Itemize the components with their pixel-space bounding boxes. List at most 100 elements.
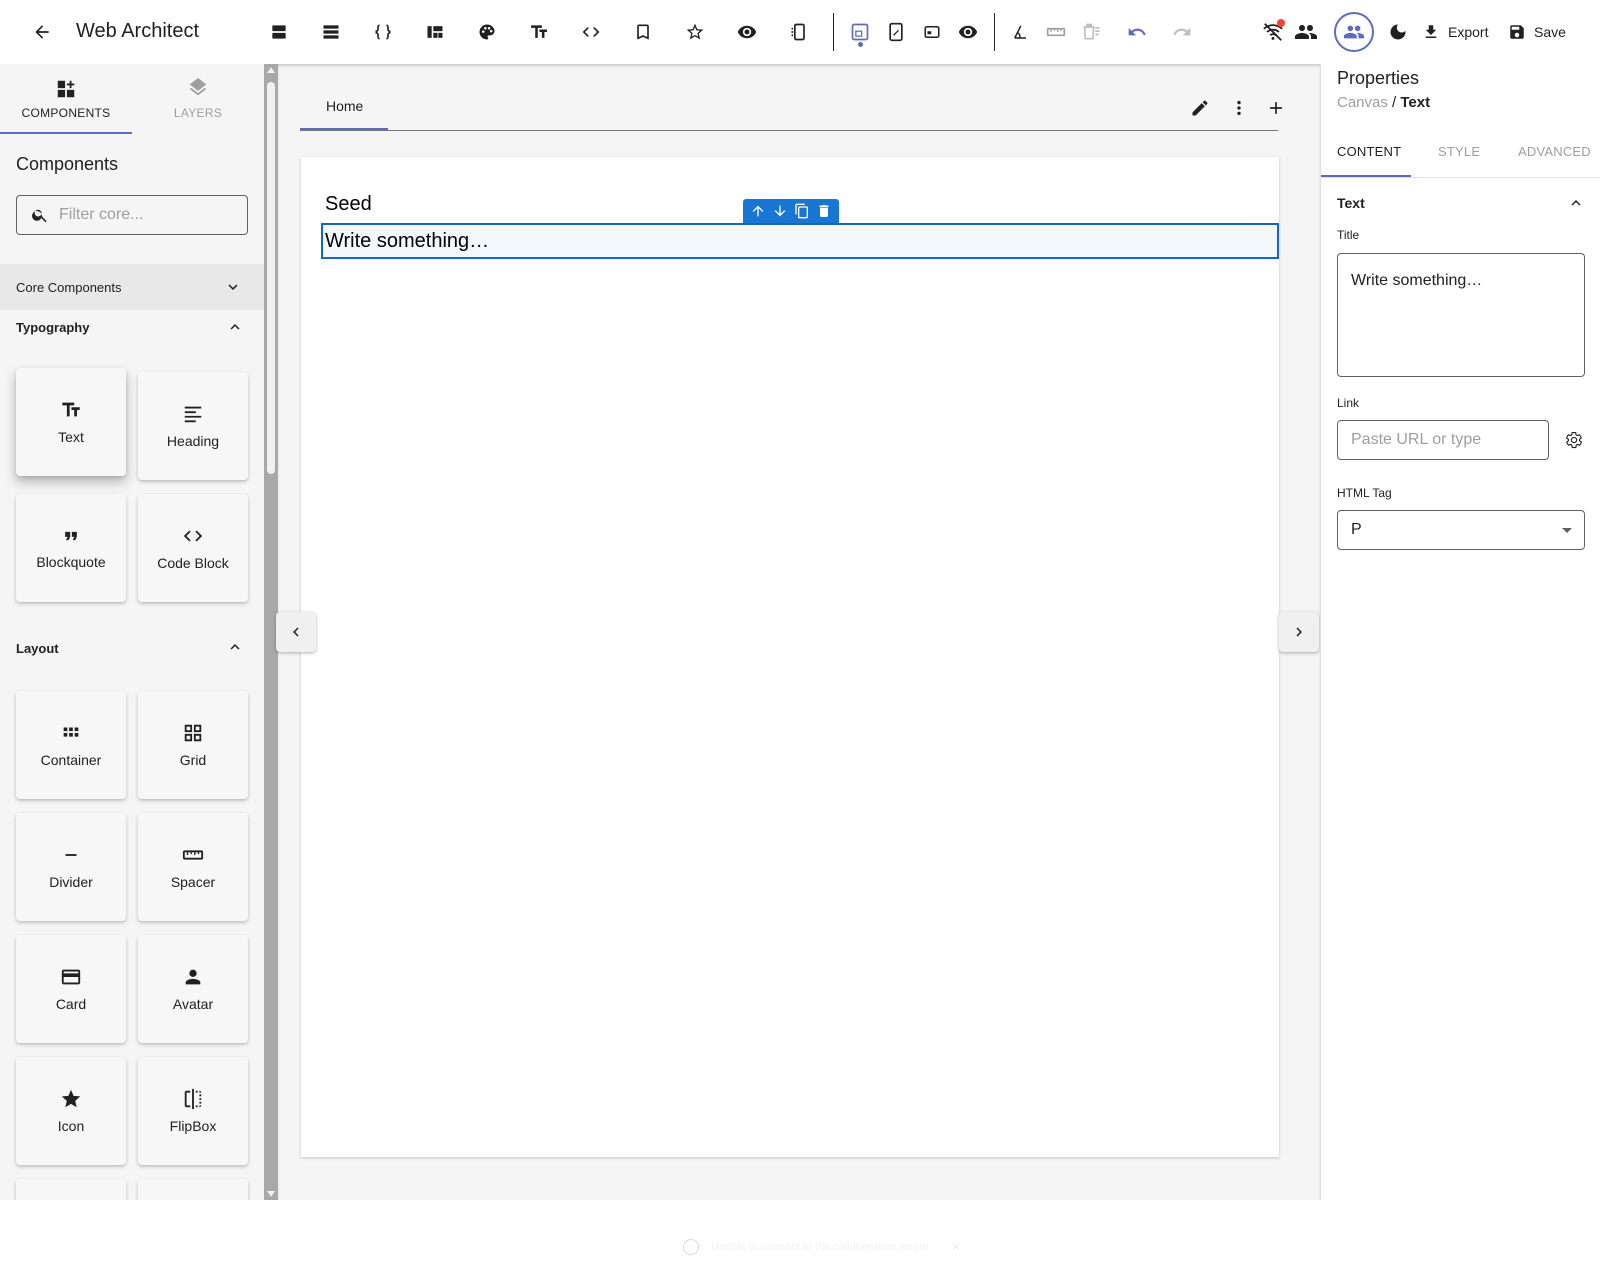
star-outline-icon[interactable] <box>681 18 709 46</box>
view-quilt-icon[interactable] <box>421 18 449 46</box>
text-fields-icon[interactable] <box>525 18 553 46</box>
accordion-text-title[interactable]: Text <box>1337 195 1365 211</box>
filter-field[interactable] <box>16 195 248 235</box>
preview-eye-icon[interactable] <box>954 18 982 46</box>
component-avatar[interactable]: Avatar <box>138 935 248 1043</box>
people-icon[interactable] <box>1292 18 1320 46</box>
code-icon <box>183 530 203 542</box>
breadcrumb-parent[interactable]: Canvas <box>1337 94 1388 111</box>
devices-icon[interactable] <box>785 18 813 46</box>
component-label: FlipBox <box>169 1118 217 1134</box>
link-input[interactable] <box>1351 431 1541 449</box>
component-flipbox[interactable]: FlipBox <box>138 1057 248 1165</box>
angle-icon[interactable] <box>1006 18 1034 46</box>
code-icon[interactable] <box>577 18 605 46</box>
scroll-down-arrow[interactable] <box>267 1191 275 1197</box>
component-container[interactable]: Container <box>16 691 126 799</box>
text-fields-icon <box>62 402 80 417</box>
toolbar-divider <box>833 13 834 51</box>
component-tile-partial[interactable] <box>16 1179 126 1200</box>
redo-icon[interactable] <box>1168 18 1196 46</box>
view-list-icon[interactable] <box>317 18 345 46</box>
component-heading[interactable]: Heading <box>138 372 248 480</box>
move-up-icon[interactable] <box>748 201 768 221</box>
collapse-right-button[interactable] <box>1279 612 1319 652</box>
panel-heading: Components <box>16 154 119 174</box>
tab-layers-label: LAYERS <box>173 106 223 120</box>
chevron-up-icon[interactable] <box>226 638 244 656</box>
scroll-thumb[interactable] <box>267 82 275 474</box>
tablet-view-icon[interactable] <box>882 18 910 46</box>
save-button[interactable]: Save <box>1508 18 1566 46</box>
toast-message: Unable to connect to the collaboration s… <box>711 1241 930 1253</box>
html-tag-select[interactable]: P <box>1337 510 1585 550</box>
error-toast: Unable to connect to the collaboration s… <box>667 1227 977 1267</box>
person-icon <box>185 969 201 985</box>
breadcrumb: Canvas / Text <box>1337 94 1430 111</box>
scroll-up-arrow[interactable] <box>267 67 275 73</box>
collapse-left-button[interactable] <box>276 612 316 652</box>
star-icon <box>61 1089 81 1108</box>
tabs-divider <box>1321 177 1600 178</box>
delete-icon[interactable] <box>814 201 834 221</box>
seed-text[interactable]: Seed <box>325 193 372 216</box>
title-field-label: Title <box>1337 228 1360 242</box>
app-title: Web Architect <box>76 20 200 42</box>
edit-pencil-icon[interactable] <box>1188 96 1212 120</box>
back-arrow-icon[interactable] <box>28 18 56 46</box>
component-label: Container <box>40 752 102 768</box>
core-components-label: Core Components <box>16 279 122 295</box>
eye-icon[interactable] <box>733 18 761 46</box>
properties-panel: Properties Canvas / Text CONTENT STYLE A… <box>1320 64 1600 1200</box>
move-down-icon[interactable] <box>770 201 790 221</box>
component-icon[interactable]: Icon <box>16 1057 126 1165</box>
tab-components[interactable]: COMPONENTS <box>0 78 132 134</box>
component-text[interactable]: Text <box>16 368 126 476</box>
ruler-icon[interactable] <box>1042 18 1070 46</box>
bookmark-icon[interactable] <box>629 18 657 46</box>
dark-mode-icon[interactable] <box>1384 18 1412 46</box>
collaboration-button[interactable] <box>1334 12 1374 52</box>
selected-text-element[interactable]: Write something… <box>321 223 1279 259</box>
breadcrumb-separator: / <box>1392 94 1397 111</box>
core-components-header[interactable]: Core Components <box>0 264 264 310</box>
tab-style[interactable]: STYLE <box>1438 144 1480 164</box>
html-tag-label: HTML Tag <box>1337 486 1392 500</box>
component-label: Divider <box>49 874 93 890</box>
data-object-icon[interactable] <box>369 18 397 46</box>
chevron-up-icon[interactable] <box>1567 194 1585 212</box>
duplicate-icon[interactable] <box>792 201 812 221</box>
title-textarea[interactable]: Write something… <box>1337 253 1585 377</box>
gear-icon[interactable] <box>1565 431 1583 449</box>
search-icon <box>32 209 47 223</box>
component-card[interactable]: Card <box>16 935 126 1043</box>
tab-content[interactable]: CONTENT <box>1337 144 1401 164</box>
section-layout-title: Layout <box>16 641 59 656</box>
clear-all-icon[interactable] <box>1078 18 1106 46</box>
palette-icon[interactable] <box>473 18 501 46</box>
component-spacer[interactable]: Spacer <box>138 813 248 921</box>
tab-home[interactable]: Home <box>300 94 388 130</box>
component-grid[interactable]: Grid <box>138 691 248 799</box>
chevron-up-icon[interactable] <box>226 318 244 336</box>
tab-advanced[interactable]: ADVANCED <box>1518 144 1591 164</box>
more-vert-icon[interactable] <box>1227 96 1251 120</box>
component-label: Blockquote <box>36 554 106 570</box>
component-code-block[interactable]: Code Block <box>138 494 248 602</box>
undo-icon[interactable] <box>1123 18 1151 46</box>
page-canvas[interactable]: Seed Write something… Unable to connect … <box>301 157 1279 1255</box>
export-button[interactable]: Export <box>1422 18 1488 46</box>
component-blockquote[interactable]: Blockquote <box>16 494 126 602</box>
filter-input[interactable] <box>59 206 239 224</box>
credit-card-icon <box>61 969 81 985</box>
link-field[interactable] <box>1337 420 1549 460</box>
view-agenda-icon[interactable] <box>265 18 293 46</box>
component-divider[interactable]: Divider <box>16 813 126 921</box>
top-app-bar: Web Architect Export Save <box>0 0 1600 64</box>
component-tile-partial[interactable] <box>138 1179 248 1200</box>
mobile-view-icon[interactable] <box>918 18 946 46</box>
tab-layers[interactable]: LAYERS <box>132 78 264 134</box>
download-icon <box>1425 25 1437 38</box>
add-page-icon[interactable] <box>1264 96 1288 120</box>
close-icon[interactable]: ✕ <box>951 1240 961 1254</box>
